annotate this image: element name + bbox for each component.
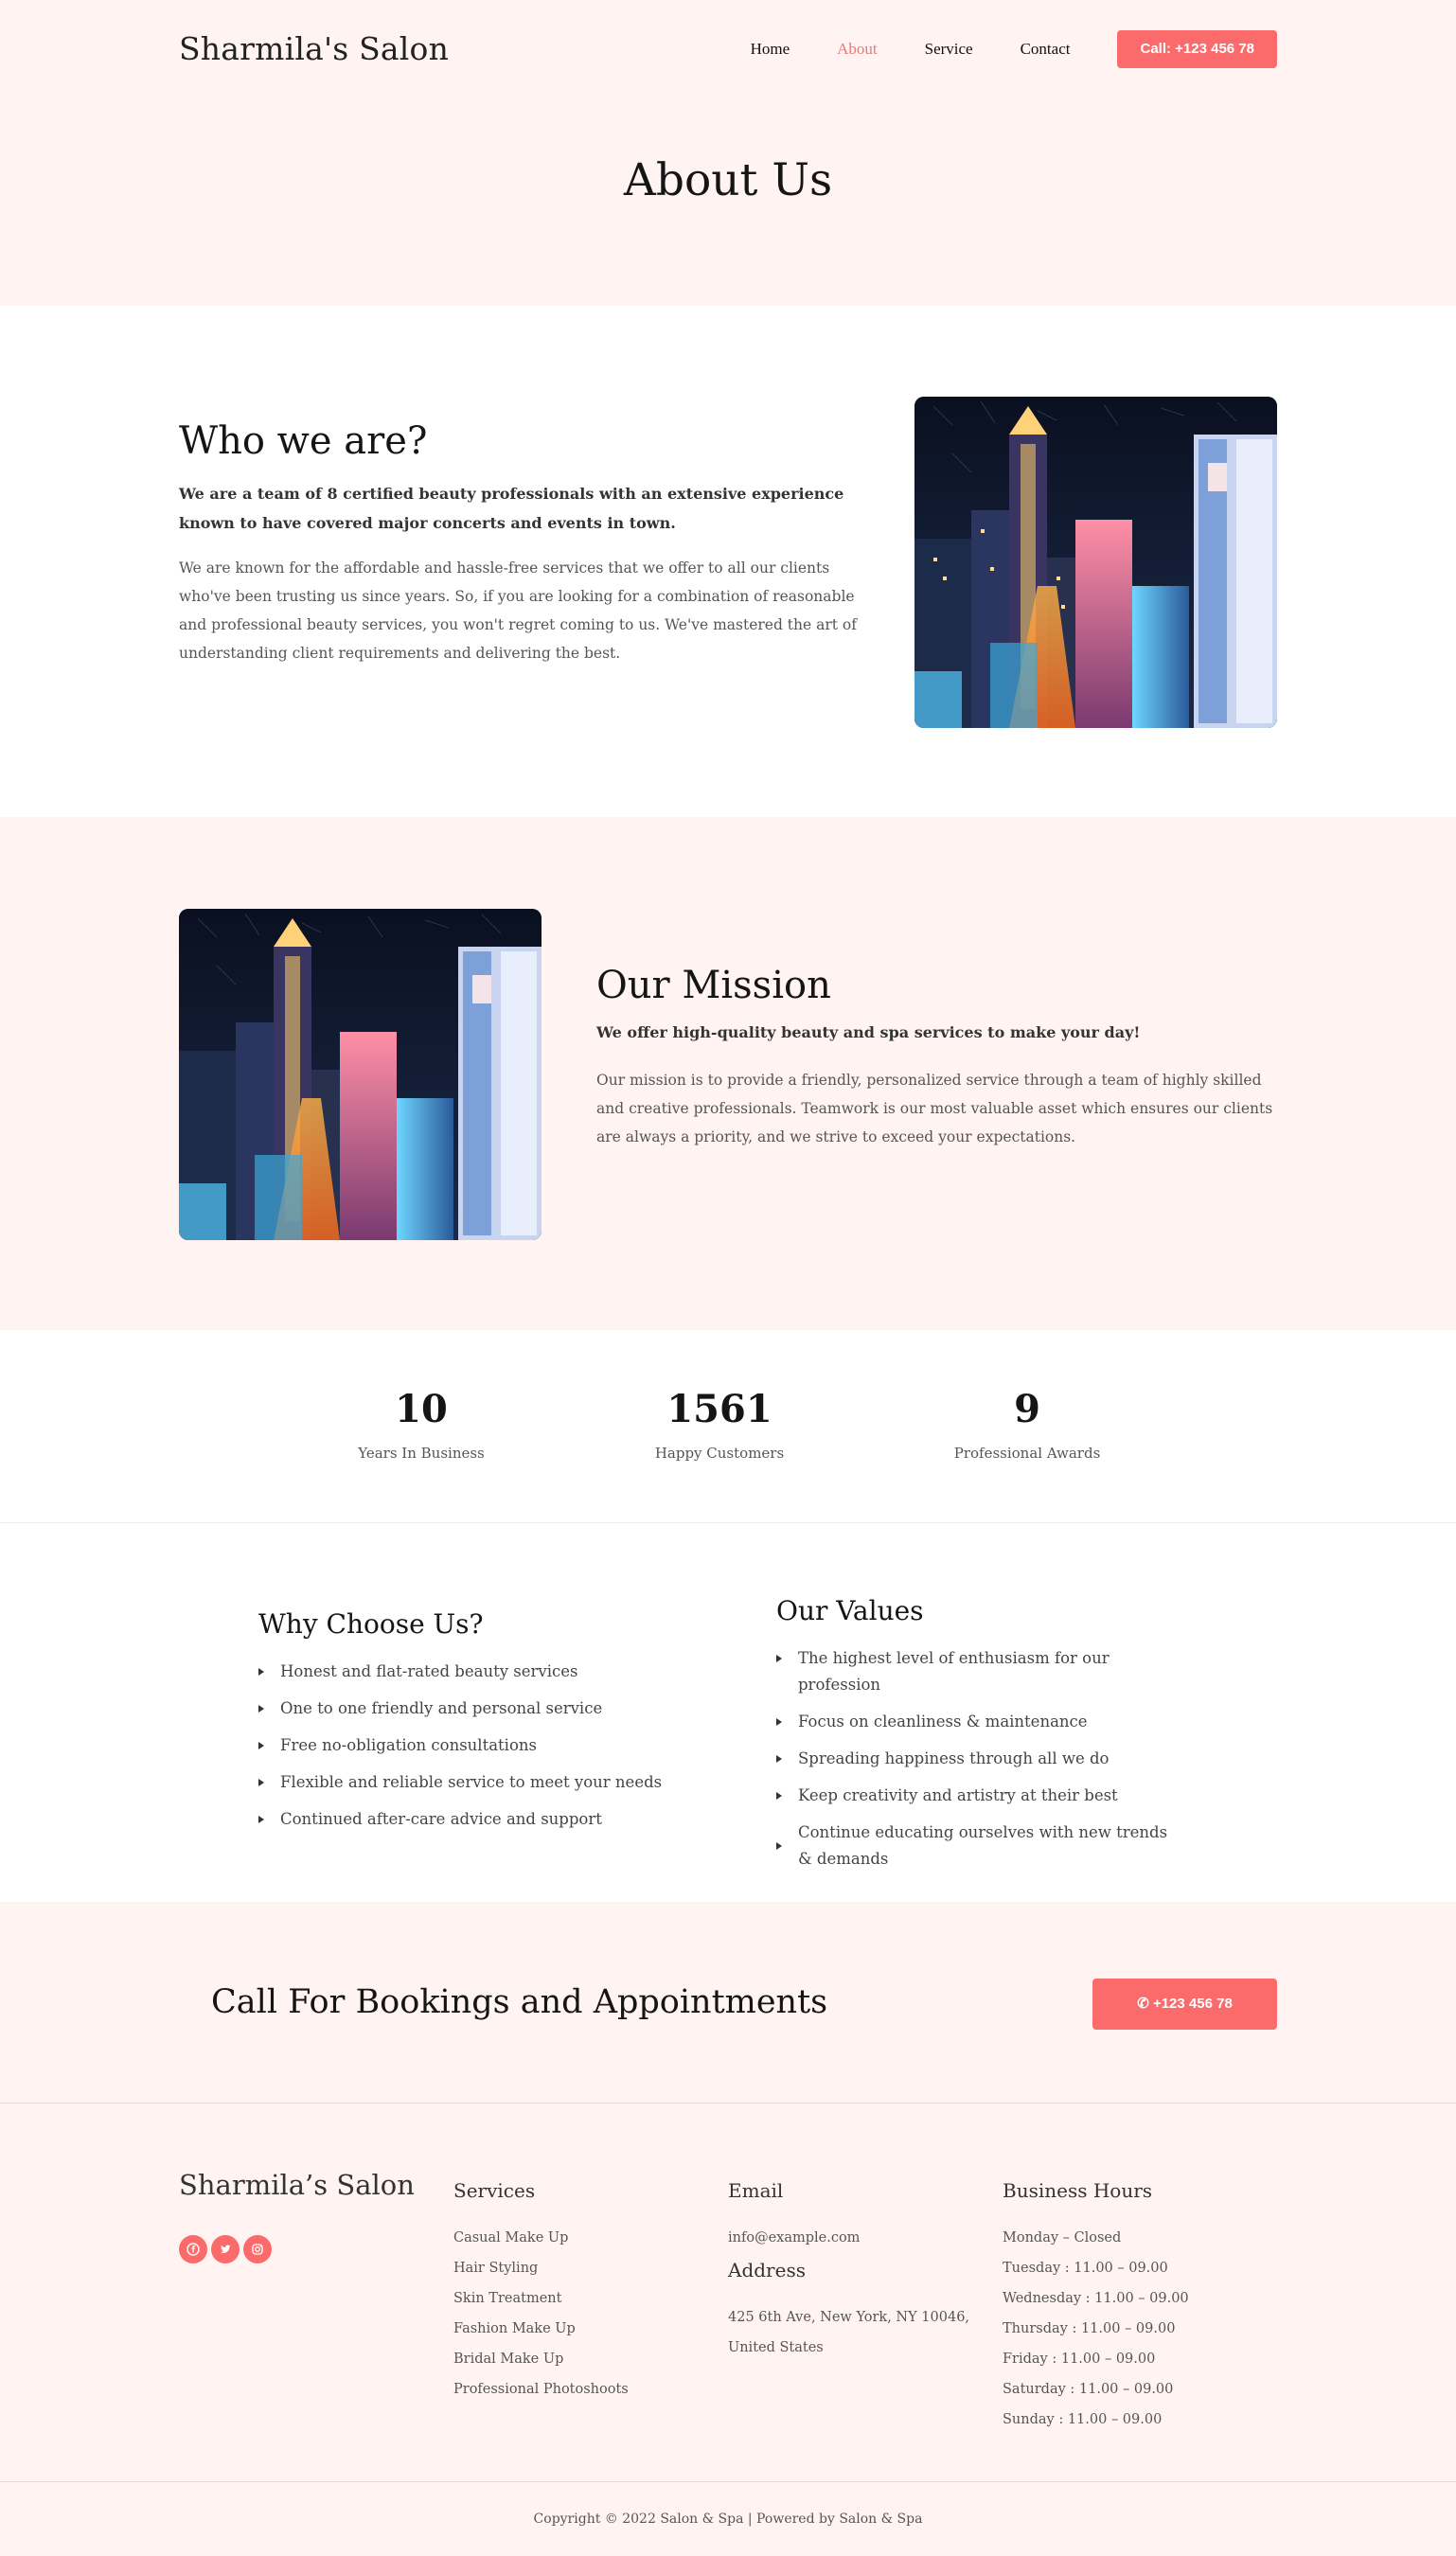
service-link[interactable]: Bridal Make Up [453,2344,700,2374]
page-title: About Us [623,154,833,206]
nav-home[interactable]: Home [751,40,790,59]
phone-icon: ✆ [1137,1996,1149,2012]
city-illustration [914,397,1277,728]
city-night-image [179,909,542,1240]
mission-body: Our mission is to provide a friendly, pe… [596,1072,1273,1145]
stats-section: 10 Years In Business 1561 Happy Customer… [0,1330,1456,1523]
caret-right-icon [776,1718,782,1726]
list-item: Continued after-care advice and support [258,1806,694,1833]
hero-section: Sharmila's Salon Home About Service Cont… [0,0,1456,306]
list-item: Honest and flat-rated beauty services [258,1659,694,1685]
main-nav: Home About Service Contact Call: +123 45… [703,30,1277,68]
stat-value: 10 [395,1387,448,1431]
list-item: The highest level of enthusiasm for our … [776,1645,1193,1698]
footer-contact: Email info@example.com Address 425 6th A… [728,2179,993,2363]
service-link[interactable]: Fashion Make Up [453,2314,700,2344]
nav-about[interactable]: About [837,40,878,59]
call-button[interactable]: Call: +123 456 78 [1117,30,1277,68]
list-item: Keep creativity and artistry at their be… [776,1783,1193,1809]
list-item: Continue educating ourselves with new tr… [776,1819,1174,1873]
list-item: Spreading happiness through all we do [776,1746,1193,1772]
social-links [179,2235,275,2263]
mission-title: Our Mission [596,964,831,1007]
service-link[interactable]: Skin Treatment [453,2283,700,2314]
list-item: Flexible and reliable service to meet yo… [258,1769,694,1796]
footer-services-title: Services [453,2179,536,2202]
caret-right-icon [258,1668,264,1676]
values-title: Our Values [776,1595,924,1626]
nav-service[interactable]: Service [925,40,973,59]
cta-call-button[interactable]: ✆ +123 456 78 [1092,1979,1277,2030]
footer-hours-title: Business Hours [1003,2179,1153,2202]
footer: Sharmila’s Salon Services Casual Make Up… [0,2103,1456,2482]
who-body: We are known for the affordable and hass… [179,559,857,662]
address-text: 425 6th Ave, New York, NY 10046, United … [728,2310,970,2355]
city-illustration [179,909,542,1240]
caret-right-icon [776,1842,782,1850]
who-lead: We are a team of 8 certified beauty prof… [179,485,844,532]
stat-customers: 1561 Happy Customers [644,1387,795,1462]
hours-item: Thursday : 11.00 – 09.00 [1003,2321,1176,2336]
mission-section: Our Mission We offer high-quality beauty… [0,817,1456,1330]
stat-label: Years In Business [358,1445,485,1462]
service-link[interactable]: Hair Styling [453,2253,700,2283]
hours-list: Monday – Closed Tuesday : 11.00 – 09.00 … [1003,2223,1268,2435]
service-link[interactable]: Professional Photoshoots [453,2374,700,2405]
why-title: Why Choose Us? [258,1608,484,1640]
services-list: Casual Make Up Hair Styling Skin Treatme… [453,2223,700,2405]
caret-right-icon [258,1705,264,1713]
stat-value: 1561 [666,1387,772,1431]
nav-contact[interactable]: Contact [1021,40,1071,59]
list-item: One to one friendly and personal service [258,1695,694,1722]
caret-right-icon [258,1779,264,1786]
who-title: Who we are? [179,419,428,463]
list-item: Focus on cleanliness & maintenance [776,1709,1193,1735]
values-list: The highest level of enthusiasm for our … [776,1645,1193,1883]
list-item: Free no-obligation consultations [258,1732,694,1759]
caret-right-icon [258,1816,264,1823]
why-list: Honest and flat-rated beauty services On… [258,1659,694,1843]
footer-email-title: Email [728,2179,784,2202]
stat-value: 9 [1014,1387,1040,1431]
footer-address-title: Address [728,2259,806,2281]
hours-item: Friday : 11.00 – 09.00 [1003,2352,1156,2367]
hours-item: Sunday : 11.00 – 09.00 [1003,2412,1163,2427]
caret-right-icon [776,1792,782,1800]
footer-hours: Business Hours Monday – Closed Tuesday :… [1003,2179,1268,2435]
hours-item: Tuesday : 11.00 – 09.00 [1003,2261,1168,2276]
copyright: Copyright © 2022 Salon & Spa | Powered b… [0,2482,1456,2556]
cta-button-label: +123 456 78 [1152,1996,1233,2012]
caret-right-icon [258,1742,264,1749]
facebook-icon[interactable] [179,2235,207,2263]
who-we-are-section: Who we are? We are a team of 8 certified… [0,306,1456,817]
brand-logo[interactable]: Sharmila's Salon [179,30,449,67]
caret-right-icon [776,1655,782,1662]
cta-section: Call For Bookings and Appointments ✆ +12… [0,1902,1456,2103]
stat-label: Happy Customers [654,1445,785,1462]
mission-lead: We offer high-quality beauty and spa ser… [596,1023,1141,1041]
city-night-image [914,397,1277,728]
stat-awards: 9 Professional Awards [942,1387,1112,1462]
instagram-icon[interactable] [243,2235,272,2263]
caret-right-icon [776,1755,782,1763]
stat-label: Professional Awards [953,1445,1101,1462]
twitter-icon[interactable] [211,2235,240,2263]
hours-item: Monday – Closed [1003,2230,1122,2245]
footer-services: Services Casual Make Up Hair Styling Ski… [453,2179,700,2405]
cta-title: Call For Bookings and Appointments [211,1983,828,2021]
footer-brand: Sharmila’s Salon [179,2169,415,2201]
stat-years: 10 Years In Business [346,1387,497,1462]
hours-item: Wednesday : 11.00 – 09.00 [1003,2291,1189,2306]
why-values-section: Why Choose Us? Honest and flat-rated bea… [0,1523,1456,1902]
email-link[interactable]: info@example.com [728,2223,993,2253]
hours-item: Saturday : 11.00 – 09.00 [1003,2382,1174,2397]
service-link[interactable]: Casual Make Up [453,2223,700,2253]
